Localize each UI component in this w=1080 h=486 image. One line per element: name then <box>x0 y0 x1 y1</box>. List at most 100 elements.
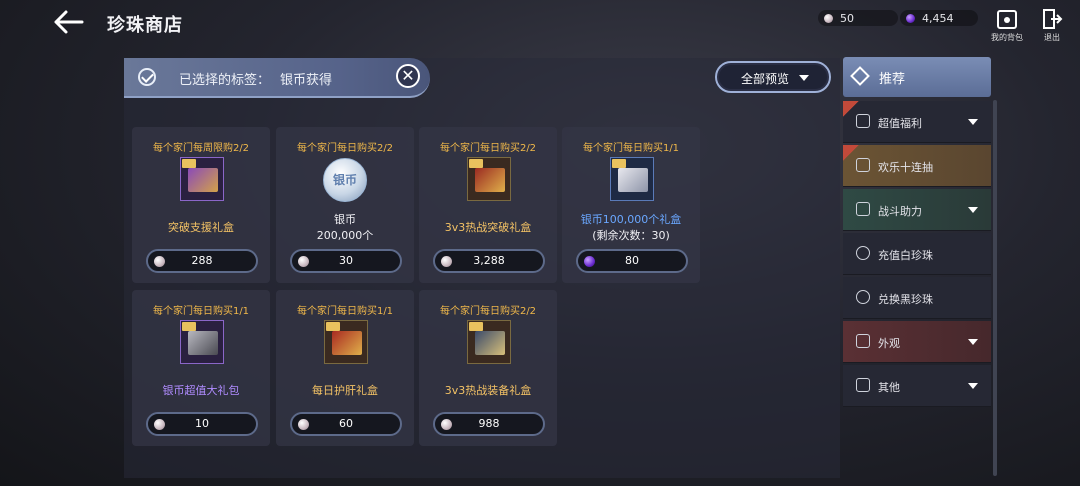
bag-icon <box>997 10 1017 29</box>
filter-value: 银币获得 <box>280 73 333 88</box>
sidebar-item-recharge-white-pearl[interactable]: 充值白珍珠 <box>843 233 991 275</box>
gift-box-icon <box>467 320 511 364</box>
gift-box-icon <box>180 157 224 201</box>
battle-icon <box>856 202 870 216</box>
bag-label: 我的背包 <box>991 33 1023 42</box>
shop-item[interactable]: 每个家门每日购买1/1 银币超值大礼包 10 <box>132 290 270 446</box>
white-pearl-icon <box>154 256 165 267</box>
price-button[interactable]: 3,288 <box>433 249 545 273</box>
gift-box-icon <box>324 320 368 364</box>
item-name: 突破支援礼盒 <box>168 221 234 234</box>
exit-icon <box>1043 9 1063 29</box>
purchase-limit: 每个家门每日购买2/2 <box>439 306 537 317</box>
item-name: 银币100,000个礼盒 <box>580 213 682 226</box>
white-pearl-icon <box>441 256 452 267</box>
preview-all-dropdown[interactable]: 全部预览 <box>715 61 831 93</box>
white-pearl-icon <box>824 13 833 23</box>
filter-label: 已选择的标签： <box>179 73 271 88</box>
white-pearl-balance: 50 <box>818 10 898 26</box>
item-name: 3v3热战装备礼盒 <box>444 384 532 397</box>
sidebar-item-exchange-black-pearl[interactable]: 兑换黑珍珠 <box>843 277 991 319</box>
white-pearl-icon <box>298 419 309 430</box>
item-name: 银币 <box>334 213 356 226</box>
shop-item[interactable]: 每个家门每日购买2/2 银币 银币 200,000个 30 <box>276 127 414 283</box>
outfit-icon <box>856 334 870 348</box>
tab-recommend-label: 推荐 <box>879 72 906 87</box>
sidebar-item-label: 外观 <box>878 337 900 350</box>
silver-chest-icon <box>610 157 654 201</box>
tab-recommend[interactable]: 推荐 <box>843 57 991 97</box>
sidebar-item-label: 欢乐十连抽 <box>878 161 933 174</box>
black-pearl-count: 4,454 <box>922 11 954 25</box>
item-name: 3v3热战突破礼盒 <box>444 221 532 234</box>
clear-filter-button[interactable]: ✕ <box>396 64 420 88</box>
price-value: 80 <box>625 254 639 267</box>
black-pearl-icon <box>584 256 595 267</box>
sidebar-item-label: 兑换黑珍珠 <box>878 293 933 306</box>
chevron-down-icon <box>968 383 978 389</box>
price-button[interactable]: 10 <box>146 412 258 436</box>
price-value: 288 <box>191 254 213 267</box>
purchase-limit: 每个家门每周限购2/2 <box>152 143 250 154</box>
purchase-limit: 每个家门每日购买2/2 <box>439 143 537 154</box>
white-pearl-icon <box>154 419 165 430</box>
gift-icon <box>856 114 870 128</box>
chevron-down-icon <box>968 207 978 213</box>
purchase-limit: 每个家门每日购买1/1 <box>582 143 680 154</box>
gacha-icon <box>856 158 870 172</box>
price-button[interactable]: 30 <box>290 249 402 273</box>
sidebar-item-label: 战斗助力 <box>878 205 922 218</box>
shop-item[interactable]: 每个家门每日购买1/1 银币100,000个礼盒 (剩余次数：30) 80 <box>562 127 700 283</box>
price-value: 30 <box>339 254 353 267</box>
shop-item[interactable]: 每个家门每日购买1/1 每日护肝礼盒 60 <box>276 290 414 446</box>
check-icon <box>138 68 156 86</box>
gift-box-icon <box>467 157 511 201</box>
preview-all-label: 全部预览 <box>741 72 790 86</box>
black-pearl-balance: 4,454 <box>900 10 978 26</box>
purchase-limit: 每个家门每日购买2/2 <box>296 143 394 154</box>
item-name: 每日护肝礼盒 <box>312 384 378 397</box>
purchase-limit: 每个家门每日购买1/1 <box>152 306 250 317</box>
chevron-down-icon <box>799 75 809 81</box>
page-title: 珍珠商店 <box>107 15 183 36</box>
sidebar-item-label: 充值白珍珠 <box>878 249 933 262</box>
chevron-down-icon <box>968 339 978 345</box>
sidebar-item-battle-boost[interactable]: 战斗助力 <box>843 189 991 231</box>
black-pearl-icon <box>856 290 870 304</box>
price-button[interactable]: 60 <box>290 412 402 436</box>
top-bar: 珍珠商店 50 4,454 我的背包 退出 <box>0 0 1080 50</box>
sidebar-item-outfit[interactable]: 外观 <box>843 321 991 363</box>
item-quantity: 200,000个 <box>316 229 374 242</box>
shop-item[interactable]: 每个家门每日购买2/2 3v3热战突破礼盒 3,288 <box>419 127 557 283</box>
remaining-count: (剩余次数：30) <box>592 229 670 242</box>
sidebar-scrollbar[interactable] <box>993 100 997 476</box>
price-button[interactable]: 80 <box>576 249 688 273</box>
white-pearl-icon <box>298 256 309 267</box>
price-value: 60 <box>339 417 353 430</box>
exit-label: 退出 <box>1044 33 1060 42</box>
sidebar-item-value-benefits[interactable]: 超值福利 <box>843 101 991 143</box>
gift-box-icon <box>180 320 224 364</box>
shop-item[interactable]: 每个家门每日购买2/2 3v3热战装备礼盒 988 <box>419 290 557 446</box>
purchase-limit: 每个家门每日购买1/1 <box>296 306 394 317</box>
sidebar-item-label: 超值福利 <box>878 117 922 130</box>
price-button[interactable]: 288 <box>146 249 258 273</box>
exit-button[interactable]: 退出 <box>1034 8 1070 43</box>
chevron-down-icon <box>968 119 978 125</box>
tag-filter-bar: 已选择的标签： 银币获得 ✕ <box>124 58 430 98</box>
shop-item[interactable]: 每个家门每周限购2/2 突破支援礼盒 288 <box>132 127 270 283</box>
sidebar-item-misc[interactable]: 其他 <box>843 365 991 407</box>
back-arrow-icon[interactable] <box>52 8 86 36</box>
sidebar-item-ten-draw[interactable]: 欢乐十连抽 <box>843 145 991 187</box>
price-value: 10 <box>195 417 209 430</box>
price-value: 988 <box>478 417 500 430</box>
price-value: 3,288 <box>473 254 505 267</box>
silver-coin-icon: 银币 <box>323 158 367 202</box>
white-pearl-count: 50 <box>840 11 854 25</box>
black-pearl-icon <box>906 13 915 23</box>
price-button[interactable]: 988 <box>433 412 545 436</box>
misc-icon <box>856 378 870 392</box>
sidebar-item-label: 其他 <box>878 381 900 394</box>
white-pearl-icon <box>856 246 870 260</box>
bag-button[interactable]: 我的背包 <box>989 8 1025 43</box>
